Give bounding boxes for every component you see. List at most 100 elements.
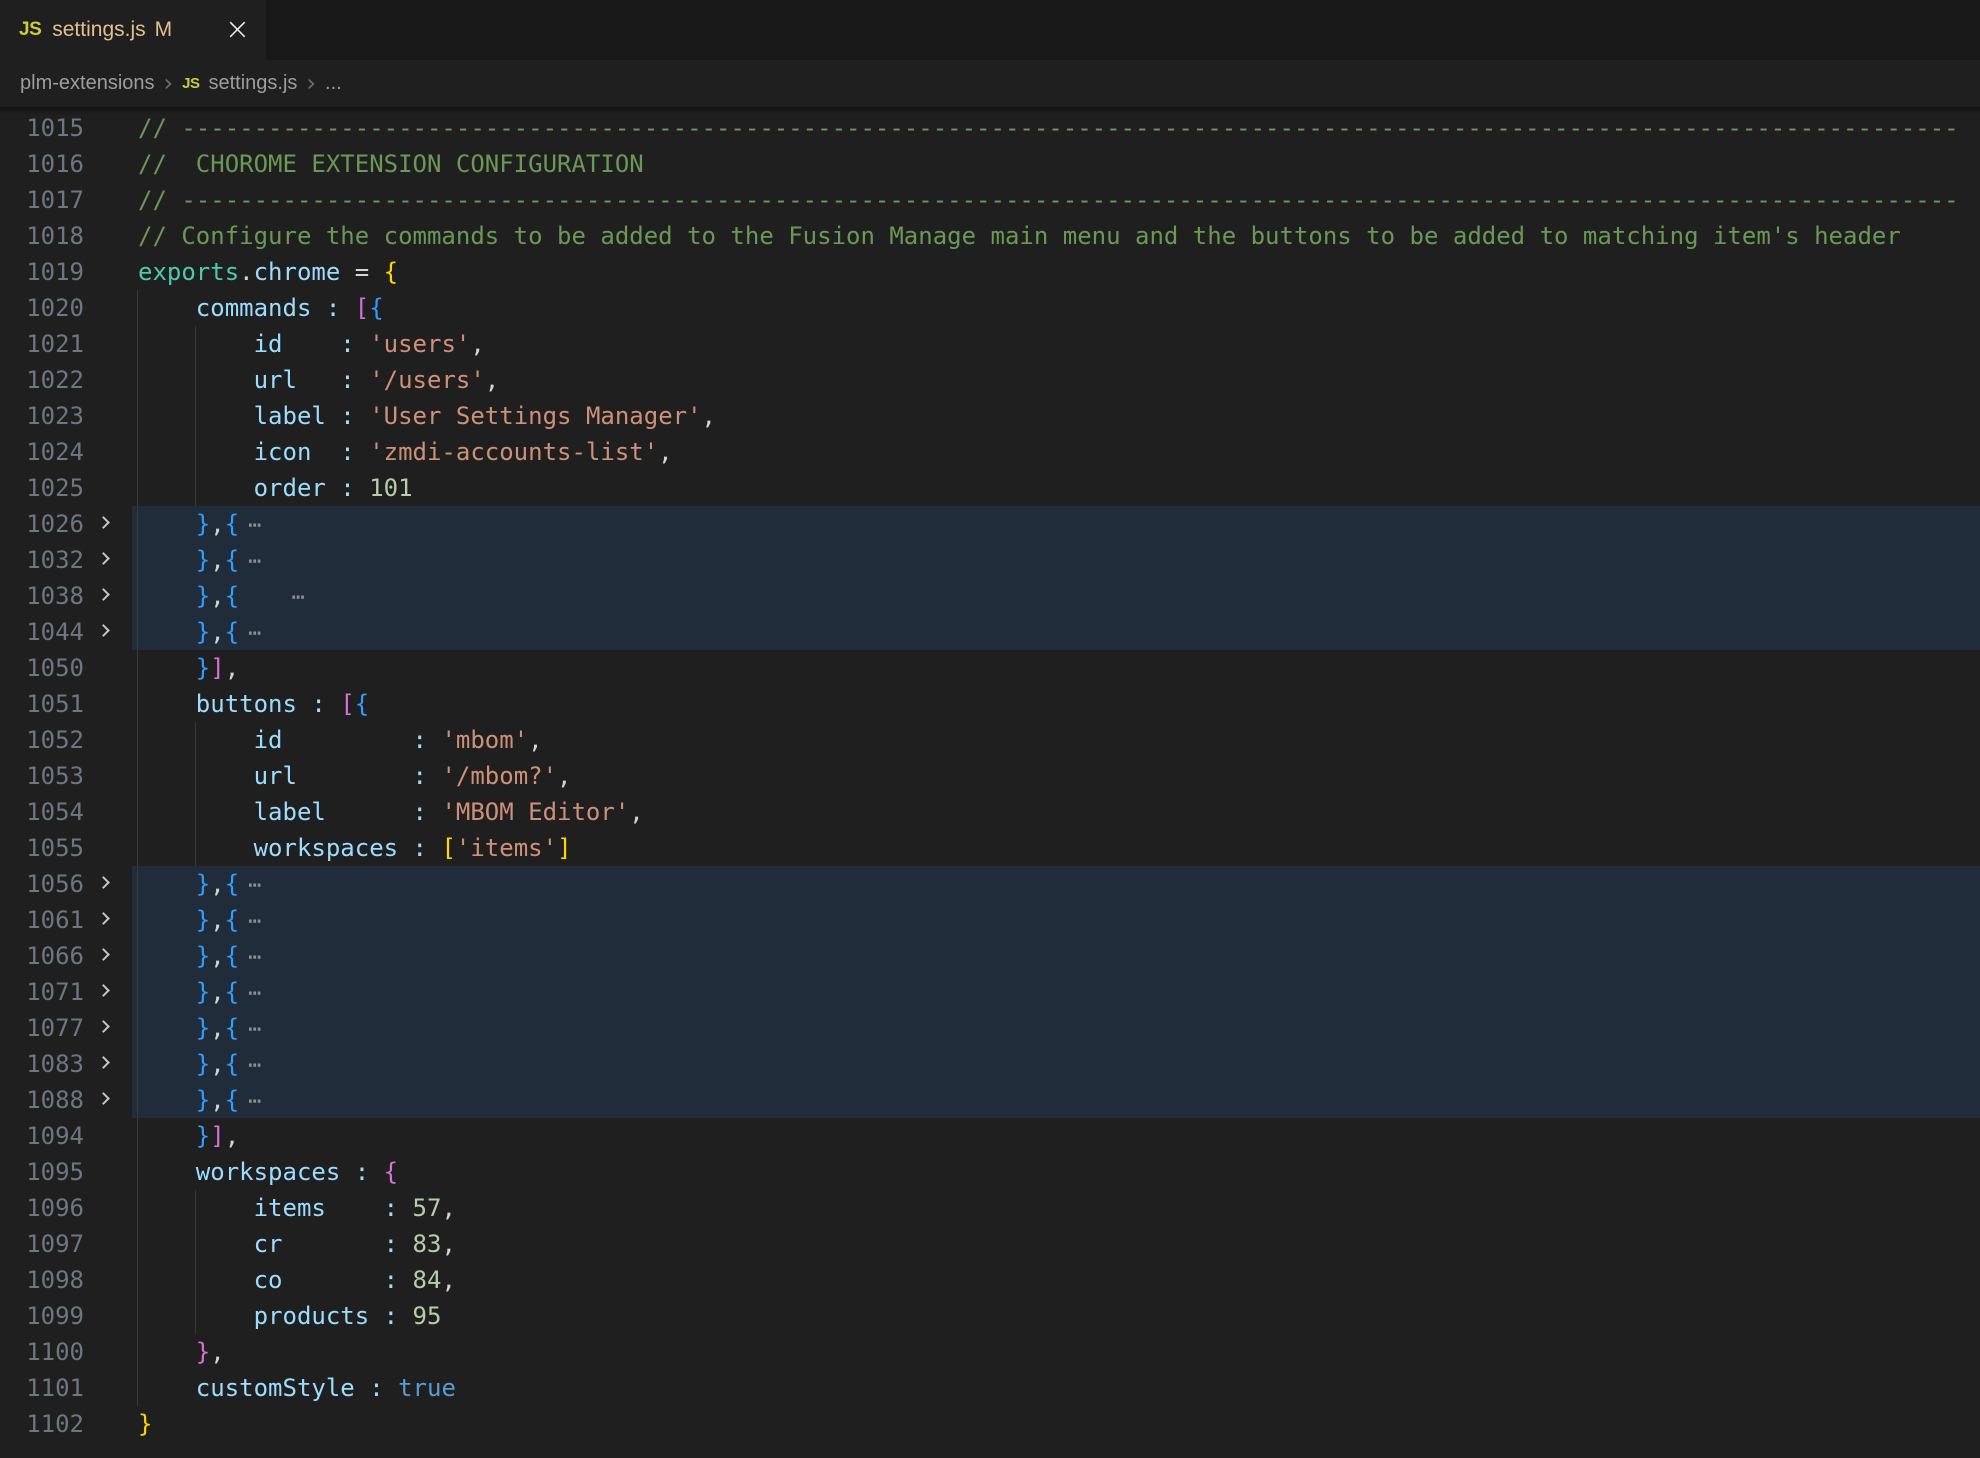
code-content[interactable]: workspaces : ['items'] xyxy=(132,830,1980,866)
code-content[interactable]: label : 'MBOM Editor', xyxy=(132,794,1980,830)
code-line[interactable]: 1019exports.chrome = { xyxy=(0,254,1980,290)
fold-chevron-icon[interactable] xyxy=(97,588,110,601)
code-line[interactable]: 1023 label : 'User Settings Manager', xyxy=(0,398,1980,434)
code-line[interactable]: 1096 items : 57, xyxy=(0,1190,1980,1226)
fold-chevron-icon[interactable] xyxy=(97,624,110,637)
fold-chevron-icon[interactable] xyxy=(97,948,110,961)
breadcrumb-file[interactable]: settings.js xyxy=(208,72,297,95)
folded-code-ellipsis[interactable]: ⋯ xyxy=(248,873,261,898)
code-content[interactable]: },{⋯ xyxy=(132,1046,1980,1082)
folded-code-ellipsis[interactable]: ⋯ xyxy=(248,1017,261,1042)
code-line[interactable]: 1044 },{⋯ xyxy=(0,614,1980,650)
code-line[interactable]: 1066 },{⋯ xyxy=(0,938,1980,974)
code-content[interactable]: },{⋯ xyxy=(132,902,1980,938)
code-line[interactable]: 1054 label : 'MBOM Editor', xyxy=(0,794,1980,830)
code-line[interactable]: 1020 commands : [{ xyxy=(0,290,1980,326)
code-line[interactable]: 1094 }], xyxy=(0,1118,1980,1154)
code-line[interactable]: 1055 workspaces : ['items'] xyxy=(0,830,1980,866)
code-line[interactable]: 1101 customStyle : true xyxy=(0,1370,1980,1406)
code-content[interactable]: }], xyxy=(132,650,1980,686)
code-line[interactable]: 1032 },{⋯ xyxy=(0,542,1980,578)
fold-chevron-icon[interactable] xyxy=(97,912,110,925)
code-content[interactable]: order : 101 xyxy=(132,470,1980,506)
code-content[interactable]: customStyle : true xyxy=(132,1370,1980,1406)
code-content[interactable]: // -------------------------------------… xyxy=(132,110,1980,146)
code-content[interactable]: },{⋯ xyxy=(132,1010,1980,1046)
code-content[interactable]: // Configure the commands to be added to… xyxy=(132,218,1980,254)
editor[interactable]: 1015// ---------------------------------… xyxy=(0,107,1980,1442)
breadcrumb-folder[interactable]: plm-extensions xyxy=(20,72,155,95)
code-line[interactable]: 1088 },{⋯ xyxy=(0,1082,1980,1118)
folded-code-ellipsis[interactable]: ⋯ xyxy=(248,1089,261,1114)
code-content[interactable]: items : 57, xyxy=(132,1190,1980,1226)
close-icon[interactable]: × xyxy=(225,15,250,45)
code-content[interactable]: },{⋯ xyxy=(132,1082,1980,1118)
code-line[interactable]: 1015// ---------------------------------… xyxy=(0,110,1980,146)
breadcrumb-more[interactable]: ... xyxy=(325,72,342,95)
code-content[interactable]: },{⋯ xyxy=(132,974,1980,1010)
code-line[interactable]: 1100 }, xyxy=(0,1334,1980,1370)
folded-code-ellipsis[interactable]: ⋯ xyxy=(248,1053,261,1078)
code-content[interactable]: }], xyxy=(132,1118,1980,1154)
fold-chevron-icon[interactable] xyxy=(97,984,110,997)
folded-code-ellipsis[interactable]: ⋯ xyxy=(248,981,261,1006)
code-line[interactable]: 1071 },{⋯ xyxy=(0,974,1980,1010)
code-line[interactable]: 1077 },{⋯ xyxy=(0,1010,1980,1046)
folded-code-ellipsis[interactable]: ⋯ xyxy=(248,945,261,970)
code-content[interactable]: id : 'users', xyxy=(132,326,1980,362)
code-line[interactable]: 1052 id : 'mbom', xyxy=(0,722,1980,758)
code-content[interactable]: co : 84, xyxy=(132,1262,1980,1298)
code-line[interactable]: 1018// Configure the commands to be adde… xyxy=(0,218,1980,254)
fold-chevron-icon[interactable] xyxy=(97,516,110,529)
code-line[interactable]: 1097 cr : 83, xyxy=(0,1226,1980,1262)
code-line[interactable]: 1016// CHOROME EXTENSION CONFIGURATION xyxy=(0,146,1980,182)
code-line[interactable]: 1053 url : '/mbom?', xyxy=(0,758,1980,794)
code-content[interactable]: workspaces : { xyxy=(132,1154,1980,1190)
fold-chevron-icon[interactable] xyxy=(97,1020,110,1033)
fold-chevron-icon[interactable] xyxy=(97,1092,110,1105)
code-content[interactable]: url : '/users', xyxy=(132,362,1980,398)
code-line[interactable]: 1051 buttons : [{ xyxy=(0,686,1980,722)
code-line[interactable]: 1095 workspaces : { xyxy=(0,1154,1980,1190)
code-line[interactable]: 1038 },{ ⋯ xyxy=(0,578,1980,614)
code-line[interactable]: 1102} xyxy=(0,1406,1980,1442)
code-content[interactable]: label : 'User Settings Manager', xyxy=(132,398,1980,434)
folded-code-ellipsis[interactable]: ⋯ xyxy=(248,909,261,934)
code-content[interactable]: buttons : [{ xyxy=(132,686,1980,722)
code-line[interactable]: 1098 co : 84, xyxy=(0,1262,1980,1298)
code-line[interactable]: 1024 icon : 'zmdi-accounts-list', xyxy=(0,434,1980,470)
code-content[interactable]: icon : 'zmdi-accounts-list', xyxy=(132,434,1980,470)
code-content[interactable]: } xyxy=(132,1406,1980,1442)
code-content[interactable]: },{⋯ xyxy=(132,614,1980,650)
code-content[interactable]: // -------------------------------------… xyxy=(132,182,1980,218)
code-content[interactable]: cr : 83, xyxy=(132,1226,1980,1262)
code-content[interactable]: exports.chrome = { xyxy=(132,254,1980,290)
code-content[interactable]: products : 95 xyxy=(132,1298,1980,1334)
code-line[interactable]: 1026 },{⋯ xyxy=(0,506,1980,542)
folded-code-ellipsis[interactable]: ⋯ xyxy=(292,585,305,610)
code-content[interactable]: },{⋯ xyxy=(132,506,1980,542)
code-line[interactable]: 1021 id : 'users', xyxy=(0,326,1980,362)
fold-chevron-icon[interactable] xyxy=(97,1056,110,1069)
code-line[interactable]: 1050 }], xyxy=(0,650,1980,686)
folded-code-ellipsis[interactable]: ⋯ xyxy=(248,549,261,574)
code-line[interactable]: 1083 },{⋯ xyxy=(0,1046,1980,1082)
code-content[interactable]: id : 'mbom', xyxy=(132,722,1980,758)
fold-chevron-icon[interactable] xyxy=(97,552,110,565)
code-content[interactable]: }, xyxy=(132,1334,1980,1370)
fold-chevron-icon[interactable] xyxy=(97,876,110,889)
code-line[interactable]: 1056 },{⋯ xyxy=(0,866,1980,902)
folded-code-ellipsis[interactable]: ⋯ xyxy=(248,513,261,538)
code-content[interactable]: url : '/mbom?', xyxy=(132,758,1980,794)
code-content[interactable]: },{⋯ xyxy=(132,542,1980,578)
code-line[interactable]: 1017// ---------------------------------… xyxy=(0,182,1980,218)
code-content[interactable]: },{ ⋯ xyxy=(132,578,1980,614)
code-line[interactable]: 1025 order : 101 xyxy=(0,470,1980,506)
code-line[interactable]: 1022 url : '/users', xyxy=(0,362,1980,398)
code-line[interactable]: 1061 },{⋯ xyxy=(0,902,1980,938)
code-line[interactable]: 1099 products : 95 xyxy=(0,1298,1980,1334)
tab-settings-js[interactable]: JS settings.js M × xyxy=(0,0,266,60)
code-content[interactable]: commands : [{ xyxy=(132,290,1980,326)
code-content[interactable]: // CHOROME EXTENSION CONFIGURATION xyxy=(132,146,1980,182)
folded-code-ellipsis[interactable]: ⋯ xyxy=(248,621,261,646)
